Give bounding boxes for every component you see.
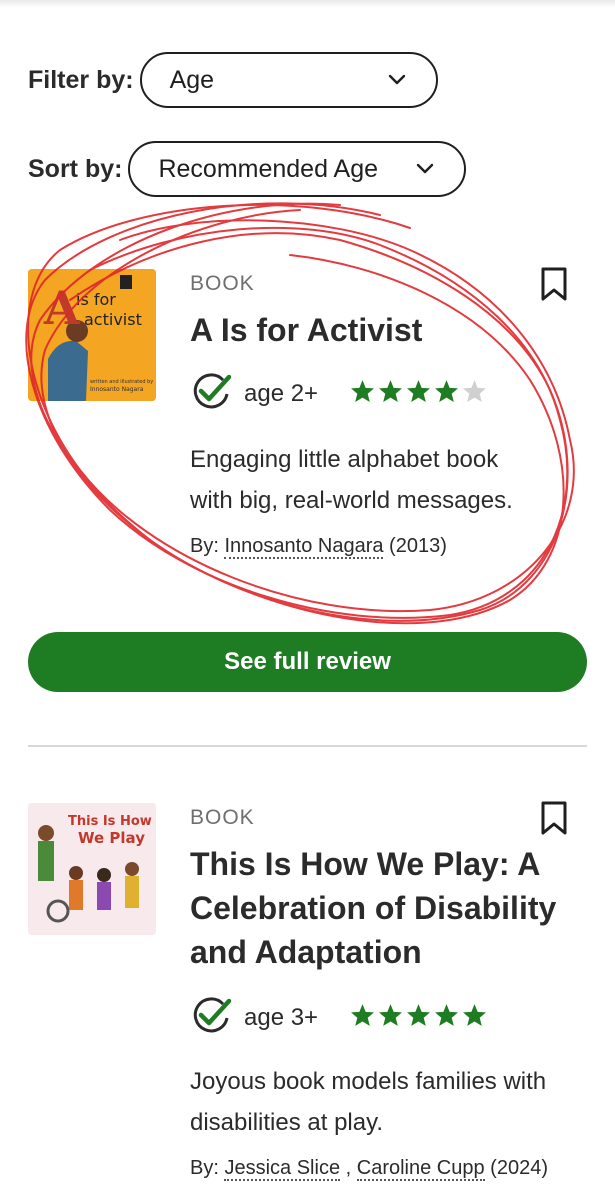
media-type: BOOK [190, 806, 255, 829]
by-label: By: [190, 1157, 219, 1179]
cover-line2: We Play [78, 829, 145, 847]
chevron-down-icon [414, 158, 436, 180]
author-separator: , [340, 1157, 357, 1179]
age-check-icon [190, 996, 234, 1039]
author-link[interactable]: Jessica Slice [224, 1157, 341, 1181]
sort-label: Sort by: [28, 154, 123, 183]
publication-year: (2013) [389, 535, 447, 557]
see-full-review-button[interactable]: See full review [28, 632, 587, 692]
title-line: and Adaptation [190, 934, 422, 970]
star-filled-icon [462, 1003, 487, 1032]
age-rating: age 2+ [244, 379, 319, 407]
section-divider [28, 745, 587, 747]
filter-label: Filter by: [28, 65, 134, 94]
cover-credit1: written and illustrated by [90, 379, 153, 385]
chevron-down-icon [386, 69, 408, 91]
media-type: BOOK [190, 272, 255, 295]
by-label: By: [190, 535, 219, 557]
description-line: Joyous book models families with [190, 1068, 547, 1095]
star-filled-icon [378, 379, 403, 408]
review-title[interactable]: A Is for Activist [190, 308, 570, 352]
review-meta: BOOK A Is for Activist age 2+ Engaging l… [190, 272, 570, 559]
star-empty-icon [462, 379, 487, 408]
rating-row: age 3+ [190, 996, 570, 1039]
review-meta: BOOK This Is How We Play: A Celebration … [190, 806, 570, 1181]
review-title[interactable]: This Is How We Play: A Celebration of Di… [190, 842, 570, 974]
star-filled-icon [350, 1003, 375, 1032]
byline: By: Innosanto Nagara (2013) [190, 535, 570, 559]
byline: By: Jessica Slice , Caroline Cupp (2024) [190, 1157, 570, 1181]
star-filled-icon [406, 1003, 431, 1032]
title-line: Celebration of Disability [190, 890, 557, 926]
star-rating [350, 1003, 487, 1032]
cover-line1: This Is How [68, 814, 152, 829]
cover-line1: is for [76, 290, 116, 309]
description-line: disabilities at play. [190, 1109, 383, 1136]
review-description: Engaging little alphabet book with big, … [190, 439, 570, 521]
sort-select[interactable]: Recommended Age [128, 141, 467, 197]
rating-row: age 2+ [190, 372, 570, 415]
author-link[interactable]: Caroline Cupp [356, 1157, 485, 1181]
review-description: Joyous book models families with disabil… [190, 1061, 570, 1143]
star-filled-icon [350, 379, 375, 408]
star-filled-icon [406, 379, 431, 408]
age-rating: age 3+ [244, 1003, 319, 1031]
cover-line2: activist [84, 310, 142, 329]
top-divider [0, 0, 615, 8]
star-rating [350, 379, 487, 408]
star-filled-icon [434, 1003, 459, 1032]
filter-value: Age [169, 65, 215, 94]
age-check-icon [190, 372, 234, 415]
sort-row: Sort by: Recommended Age [28, 141, 467, 197]
star-filled-icon [434, 379, 459, 408]
book-cover-image[interactable]: A is for activist written and illustrate… [28, 269, 156, 401]
cover-credit2: Innosanto Nagara [90, 386, 144, 393]
sort-value: Recommended Age [158, 154, 379, 183]
book-cover-image[interactable]: This Is How We Play [28, 803, 156, 935]
bookmark-icon[interactable] [539, 800, 569, 836]
filter-select[interactable]: Age [139, 52, 438, 108]
author-link[interactable]: Innosanto Nagara [224, 535, 384, 559]
title-line: This Is How We Play: A [190, 846, 541, 882]
filter-row: Filter by: Age [28, 52, 438, 108]
description-line: Engaging little alphabet book [190, 446, 499, 473]
bookmark-icon[interactable] [539, 266, 569, 302]
publication-year: (2024) [490, 1157, 548, 1179]
star-filled-icon [378, 1003, 403, 1032]
description-line: with big, real-world messages. [190, 487, 513, 514]
